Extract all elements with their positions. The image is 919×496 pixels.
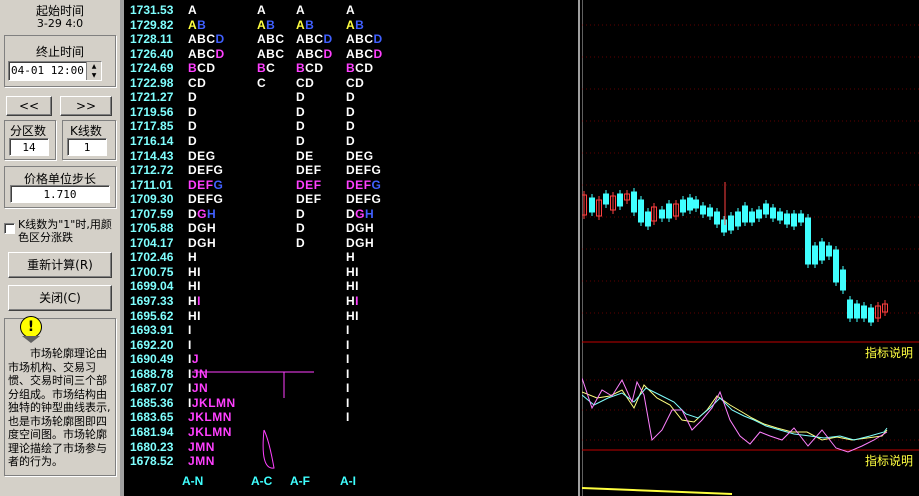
- recalculate-button[interactable]: 重新计算(R): [8, 252, 112, 278]
- candle-body: [770, 207, 776, 219]
- market-profile-panel: 1731.53 A A A A 1729.82 AB AB AB AB 1728.11 ABCD ABC…: [120, 0, 580, 496]
- candle-body: [603, 193, 609, 205]
- kline-label: K线数: [70, 124, 102, 138]
- candle-body: [833, 249, 839, 283]
- end-time-label: 终止时间: [35, 45, 84, 59]
- candle-body: [749, 211, 755, 223]
- prev-button[interactable]: <<: [6, 96, 52, 116]
- profile-overlay: [192, 371, 314, 469]
- candle-body: [847, 299, 853, 319]
- candle-body: [728, 215, 734, 231]
- end-time-spinner[interactable]: ▲ ▼: [86, 62, 101, 80]
- range-label: A-C: [251, 474, 273, 488]
- start-time-value: 3-29 4:0: [36, 17, 84, 30]
- profile-settings-panel: 起始时间 3-29 4:0 终止时间 04-01 12:00 ▲ ▼ << >>…: [0, 0, 120, 496]
- candle-body: [700, 205, 706, 215]
- color-updown-checkbox[interactable]: [4, 223, 15, 234]
- indicator-line-magenta: [582, 377, 888, 453]
- candle-body: [638, 199, 644, 223]
- profile-curve: [192, 371, 314, 469]
- candle-body: [798, 213, 804, 223]
- info-bulb-icon: !: [20, 316, 42, 338]
- partition-input[interactable]: 14: [9, 138, 49, 156]
- candle-body: [826, 245, 832, 257]
- help-text: 市场轮廓理论由市场机构、交易习惯、交易时间三个部分组成。市场结构由独特的钟型曲线…: [8, 347, 111, 468]
- close-button[interactable]: 关闭(C): [8, 285, 112, 311]
- candle-body: [721, 219, 727, 233]
- candle-body: [645, 211, 651, 227]
- candle-body: [756, 209, 762, 219]
- chart-svg: [582, 0, 919, 496]
- range-label: A-F: [290, 474, 310, 488]
- candle-body: [777, 211, 783, 221]
- candle-body: [805, 217, 811, 265]
- candle-body: [812, 245, 818, 265]
- price-step-input[interactable]: 1.710: [10, 185, 110, 203]
- candle-body: [707, 207, 713, 217]
- candle-body: [763, 203, 769, 215]
- candlestick-chart: 指标说明 指标说明: [582, 0, 919, 496]
- indicator-line-cyan: [582, 387, 888, 441]
- candle-body: [840, 269, 846, 291]
- candle-body: [666, 203, 672, 219]
- candle-body: [861, 305, 867, 319]
- kline-input[interactable]: 1: [67, 138, 107, 156]
- candle-body: [687, 197, 693, 211]
- candle-body: [659, 209, 665, 219]
- candle-body: [868, 307, 874, 323]
- indicator-help-link-2[interactable]: 指标说明: [865, 452, 913, 469]
- color-updown-checkbox-label: K线数为"1"时,用颜色区分涨跌: [18, 218, 112, 244]
- candle-body: [742, 205, 748, 223]
- spin-up-icon[interactable]: ▲: [87, 62, 101, 71]
- next-button[interactable]: >>: [60, 96, 112, 116]
- spin-down-icon[interactable]: ▼: [87, 71, 101, 80]
- candle-body: [854, 303, 860, 319]
- candle-body: [819, 241, 825, 261]
- candle-body: [784, 213, 790, 225]
- candle-body: [680, 199, 686, 213]
- range-label: A-I: [340, 474, 356, 488]
- candle-body: [735, 211, 741, 227]
- candle-body: [791, 213, 797, 227]
- range-label: A-N: [182, 474, 204, 488]
- candle-body: [693, 199, 699, 209]
- volume-line: [582, 487, 733, 495]
- partition-label: 分区数: [10, 124, 47, 138]
- candle-body: [714, 211, 720, 225]
- candle-body: [617, 193, 623, 207]
- info-arrow-icon: [22, 336, 40, 343]
- indicator-help-link-1[interactable]: 指标说明: [865, 344, 913, 361]
- candle-body: [631, 191, 637, 213]
- candle-body: [589, 197, 595, 213]
